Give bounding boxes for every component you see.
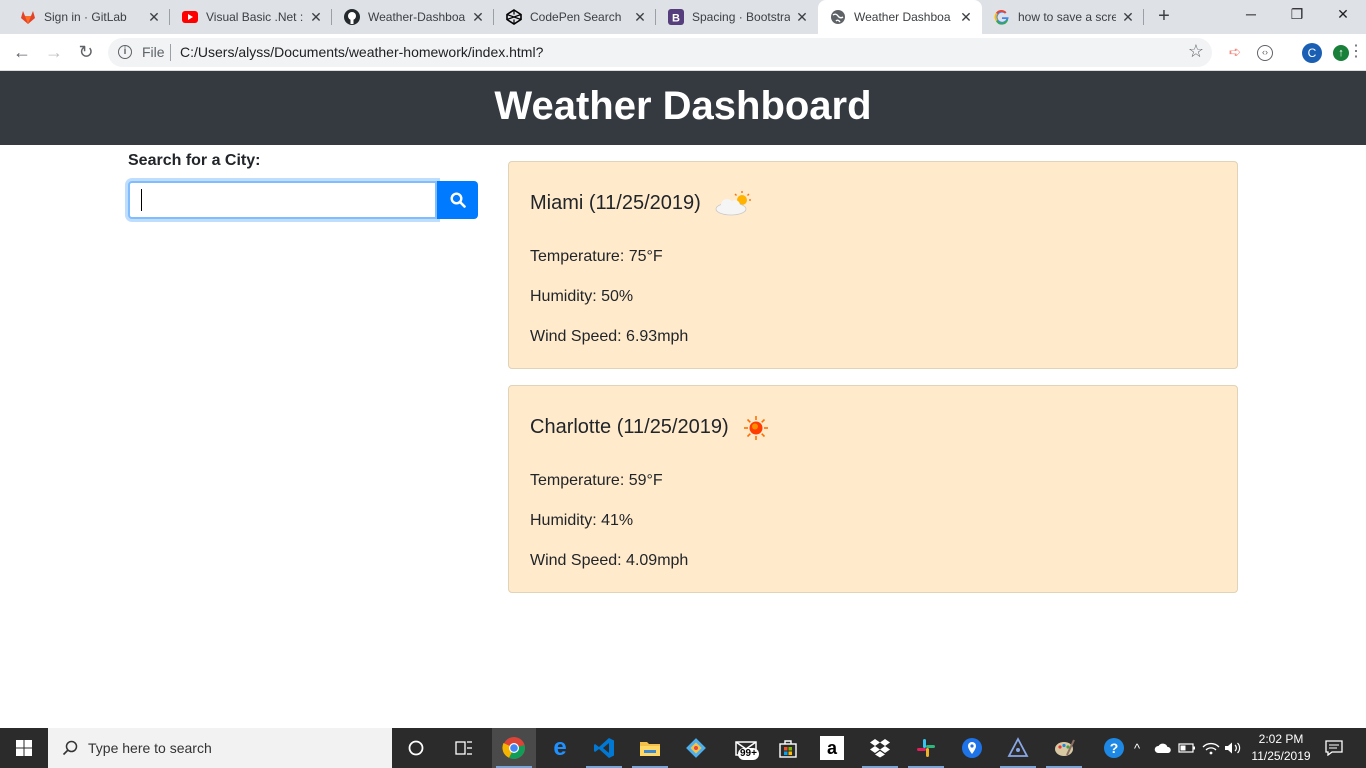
weather-card: Miami (11/25/2019) Temperature: 75°F Hum…	[508, 161, 1238, 369]
bootstrap-icon: B	[668, 9, 684, 25]
page-title: Weather Dashboard	[494, 84, 872, 128]
battery-icon[interactable]	[1176, 734, 1198, 762]
system-clock[interactable]: 2:02 PM 11/25/2019	[1240, 731, 1322, 765]
extension-code-icon[interactable]: ‹›	[1257, 45, 1273, 61]
wifi-icon[interactable]	[1200, 734, 1222, 762]
start-button[interactable]	[0, 728, 48, 768]
windows-logo-icon	[16, 740, 32, 756]
svg-text:?: ?	[1110, 740, 1119, 756]
partly-cloudy-icon	[715, 191, 751, 216]
windows-taskbar: Type here to search e 99+ a ? ^ 2:02 PM …	[0, 728, 1366, 768]
url-text[interactable]: C:/Users/alyss/Documents/weather-homewor…	[180, 44, 543, 60]
tab-bootstrap[interactable]: B Spacing · Bootstra ✕	[656, 0, 818, 34]
task-view-icon[interactable]	[450, 734, 478, 762]
profile-avatar[interactable]: C	[1302, 43, 1322, 63]
forward-icon[interactable]: →	[42, 40, 66, 64]
youtube-icon	[182, 9, 198, 25]
temperature-text: Temperature: 59°F	[530, 472, 663, 489]
tab-title: Weather Dashboa	[854, 10, 951, 24]
scheme-label: File	[142, 44, 165, 60]
close-window-button[interactable]: ✕	[1320, 0, 1366, 30]
tab-title: Weather-Dashboa	[368, 10, 466, 24]
tab-title: Spacing · Bootstra	[692, 10, 790, 24]
page-header: Weather Dashboard	[0, 71, 1366, 145]
text-caret	[141, 189, 142, 211]
city-date-heading: Charlotte (11/25/2019)	[530, 416, 729, 438]
mail-icon[interactable]: 99+	[728, 734, 764, 762]
weather-card: Charlotte (11/25/2019) Temperature: 59°F…	[508, 385, 1238, 593]
tab-gitlab[interactable]: Sign in · GitLab ✕	[8, 0, 170, 34]
dropbox-icon[interactable]	[866, 734, 894, 762]
close-tab-icon[interactable]: ✕	[146, 9, 162, 25]
mail-badge: 99+	[738, 748, 759, 760]
extension-arrow-icon[interactable]: ➪	[1225, 43, 1245, 63]
tab-strip: Sign in · GitLab ✕ Visual Basic .Net : ✕…	[0, 0, 1366, 34]
onedrive-cloud-icon[interactable]	[1152, 734, 1174, 762]
tab-weather-dashboard[interactable]: Weather Dashboa ✕	[818, 0, 982, 34]
city-date-heading: Miami (11/25/2019)	[530, 192, 701, 214]
store-icon[interactable]	[774, 734, 802, 762]
cortana-icon[interactable]	[402, 734, 430, 762]
tab-title: how to save a scre	[1018, 10, 1116, 24]
search-icon	[62, 740, 78, 756]
close-tab-icon[interactable]: ✕	[632, 9, 648, 25]
maps-pin-icon[interactable]	[958, 734, 986, 762]
close-tab-icon[interactable]: ✕	[470, 9, 486, 25]
github-icon	[344, 9, 360, 25]
new-tab-button[interactable]: +	[1152, 5, 1176, 29]
menu-dots-icon[interactable]: ⋮	[1346, 42, 1366, 62]
gitlab-icon	[20, 9, 36, 25]
edge-icon[interactable]: e	[546, 734, 574, 762]
minimize-button[interactable]: ─	[1228, 0, 1274, 30]
search-icon	[449, 192, 466, 208]
tab-google[interactable]: how to save a scre ✕	[982, 0, 1144, 34]
svg-text:B: B	[672, 13, 680, 25]
address-bar[interactable]: i File C:/Users/alyss/Documents/weather-…	[108, 38, 1212, 67]
city-search-input[interactable]	[128, 181, 437, 219]
bookmark-star-icon[interactable]: ☆	[1188, 41, 1204, 62]
git-diamond-icon[interactable]	[682, 734, 710, 762]
help-icon[interactable]: ?	[1100, 734, 1128, 762]
wind-speed-text: Wind Speed: 4.09mph	[530, 552, 689, 569]
vscode-icon[interactable]	[590, 734, 618, 762]
file-explorer-icon[interactable]	[636, 734, 664, 762]
wind-speed-text: Wind Speed: 6.93mph	[530, 328, 689, 345]
paint-palette-icon[interactable]	[1050, 734, 1078, 762]
globe-icon	[830, 9, 846, 25]
close-tab-icon[interactable]: ✕	[958, 9, 974, 25]
clock-date: 11/25/2019	[1251, 749, 1311, 763]
action-center-icon[interactable]	[1320, 734, 1348, 762]
humidity-text: Humidity: 50%	[530, 288, 634, 305]
codepen-icon	[506, 9, 522, 25]
close-tab-icon[interactable]: ✕	[794, 9, 810, 25]
search-label: Search for a City:	[128, 152, 261, 169]
show-hidden-icons-chevron-icon[interactable]: ^	[1128, 734, 1146, 762]
humidity-text: Humidity: 41%	[530, 512, 634, 529]
tab-title: CodePen Search	[530, 10, 622, 24]
taskbar-search-placeholder: Type here to search	[88, 740, 212, 756]
taskbar-search-box[interactable]: Type here to search	[48, 728, 392, 768]
chrome-icon[interactable]	[500, 734, 528, 762]
atom-editor-icon[interactable]	[1004, 734, 1032, 762]
search-button[interactable]	[437, 181, 478, 219]
back-icon[interactable]: ←	[10, 40, 34, 64]
info-icon[interactable]: i	[118, 45, 132, 59]
sun-icon	[744, 416, 768, 440]
slack-icon[interactable]	[912, 734, 940, 762]
close-tab-icon[interactable]: ✕	[308, 9, 324, 25]
temperature-text: Temperature: 75°F	[530, 248, 663, 265]
tab-title: Sign in · GitLab	[44, 10, 127, 24]
google-icon	[994, 9, 1010, 25]
tab-title: Visual Basic .Net :	[206, 10, 304, 24]
restore-button[interactable]: ❐	[1274, 0, 1320, 30]
tab-youtube[interactable]: Visual Basic .Net : ✕	[170, 0, 332, 34]
clock-time: 2:02 PM	[1258, 732, 1304, 746]
amazon-icon[interactable]: a	[820, 736, 844, 760]
browser-toolbar: ← → ↻ i File C:/Users/alyss/Documents/we…	[0, 34, 1366, 71]
reload-icon[interactable]: ↻	[74, 40, 98, 64]
tab-codepen[interactable]: CodePen Search ✕	[494, 0, 656, 34]
close-tab-icon[interactable]: ✕	[1120, 9, 1136, 25]
tab-github[interactable]: Weather-Dashboa ✕	[332, 0, 494, 34]
